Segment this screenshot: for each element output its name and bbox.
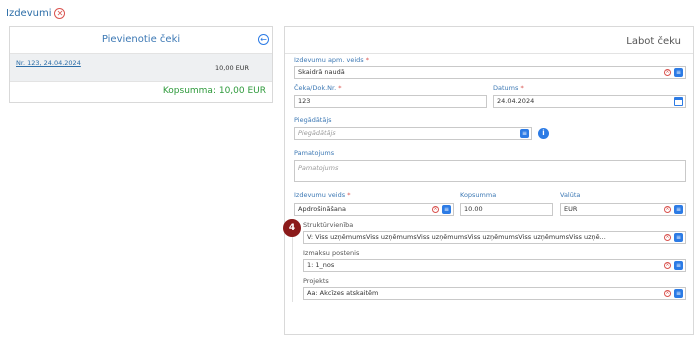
clear-icon[interactable]: × (432, 206, 439, 213)
select-list-icon[interactable]: ≡ (674, 261, 683, 270)
expense-type-value: Apdrošināšana (298, 205, 346, 213)
clear-icon[interactable]: × (664, 206, 671, 213)
project-select[interactable]: Aa: Akcīzes atskaitēm × ≡ (303, 287, 686, 300)
attached-receipts-title: Pievienotie čeki (101, 34, 181, 45)
receipt-row[interactable]: Nr. 123, 24.04.2024 10,00 EUR (10, 54, 272, 82)
payment-method-value: Skaidrā naudā (298, 68, 345, 76)
receipt-amount: 10,00 EUR (215, 64, 250, 72)
total-amount: Kopsumma: 10,00 EUR (162, 86, 266, 96)
select-list-icon[interactable]: ≡ (674, 233, 683, 242)
structural-unit-value: V: Viss uzņēmumsViss uzņēmumsViss uzņēmu… (307, 233, 606, 241)
cost-center-select[interactable]: 1: 1_nos × ≡ (303, 259, 686, 272)
expense-type-select[interactable]: Apdrošināšana × ≡ (294, 203, 454, 216)
currency-select[interactable]: EUR × ≡ (560, 203, 686, 216)
clear-icon[interactable]: × (664, 290, 671, 297)
expense-type-label: Izdevumu veids * (294, 191, 351, 199)
date-label: Datums * (493, 84, 524, 92)
payment-method-select[interactable]: Skaidrā naudā × ≡ (294, 66, 686, 79)
select-list-icon[interactable]: ≡ (520, 129, 529, 138)
supplier-label: Piegādātājs (294, 116, 332, 124)
clear-icon[interactable]: × (664, 234, 671, 241)
cost-center-value: 1: 1_nos (307, 261, 335, 269)
currency-value: EUR (564, 205, 578, 213)
cost-center-label: Izmaksu postenis (303, 249, 360, 257)
payment-method-label: Izdevumu apm. veids * (294, 56, 370, 64)
attached-receipts-header: Pievienotie čeki ← (10, 27, 272, 54)
clear-icon[interactable]: × (664, 69, 671, 76)
amount-label: Kopsumma (460, 191, 497, 199)
step-badge: 4 (283, 219, 301, 237)
receipt-no-label: Čeka/Dok.Nr. * (294, 84, 342, 92)
currency-label: Valūta (560, 191, 581, 199)
supplier-select[interactable]: Piegādātājs ≡ (294, 127, 532, 140)
close-icon[interactable]: ✕ (54, 7, 66, 19)
structural-unit-label: Struktūrvienība (303, 221, 354, 229)
select-list-icon[interactable]: ≡ (674, 289, 683, 298)
clear-icon[interactable]: × (664, 262, 671, 269)
attached-receipts-panel: Pievienotie čeki ← Nr. 123, 24.04.2024 1… (9, 26, 273, 103)
edit-receipt-title: Labot čeku (626, 36, 681, 47)
structural-unit-select[interactable]: V: Viss uzņēmumsViss uzņēmumsViss uzņēmu… (303, 231, 686, 244)
project-value: Aa: Akcīzes atskaitēm (307, 289, 379, 297)
select-list-icon[interactable]: ≡ (442, 205, 451, 214)
amount-input[interactable]: 10.00 (460, 203, 553, 216)
divider (285, 53, 693, 54)
receipt-link[interactable]: Nr. 123, 24.04.2024 (16, 59, 81, 67)
supplier-placeholder: Piegādātājs (298, 129, 336, 137)
select-list-icon[interactable]: ≡ (674, 68, 683, 77)
date-value: 24.04.2024 (497, 97, 535, 105)
page-header: Izdevumi ✕ (6, 5, 66, 21)
info-icon[interactable]: i (538, 128, 549, 139)
calendar-icon[interactable] (674, 97, 683, 106)
page-title: Izdevumi (6, 7, 52, 19)
back-arrow-icon[interactable]: ← (258, 34, 269, 45)
date-input[interactable]: 24.04.2024 (493, 95, 686, 108)
select-list-icon[interactable]: ≡ (674, 205, 683, 214)
justification-textarea[interactable]: Pamatojums (294, 160, 686, 182)
receipt-no-input[interactable]: 123 (294, 95, 487, 108)
project-label: Projekts (303, 277, 329, 285)
justification-label: Pamatojums (294, 149, 335, 157)
